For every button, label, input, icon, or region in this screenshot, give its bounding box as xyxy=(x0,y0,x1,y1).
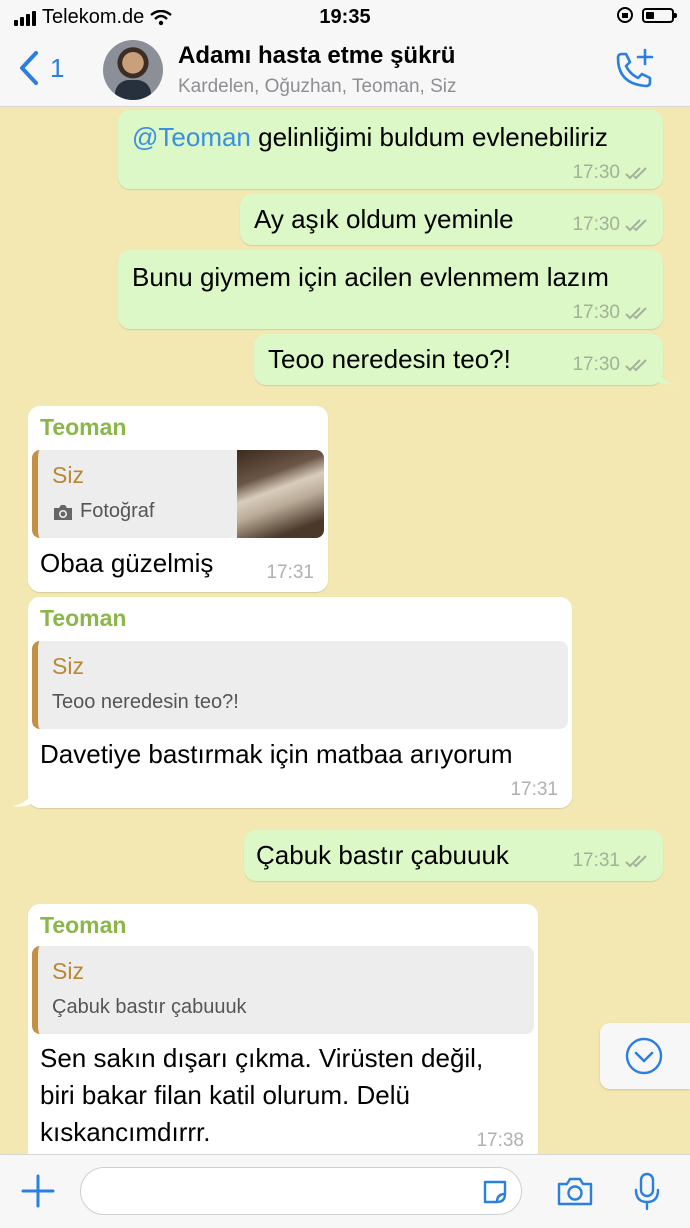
outgoing-message[interactable]: Çabuk bastır çabuuuk 17:31 xyxy=(244,830,663,881)
outgoing-message[interactable]: Teoo neredesin teo?! 17:30 xyxy=(254,334,663,385)
outgoing-message[interactable]: Ay aşık oldum yeminle 17:30 xyxy=(240,194,663,245)
message-text: Teoo neredesin teo?! xyxy=(268,344,511,374)
quote-text: Fotoğraf xyxy=(80,500,155,522)
quoted-message[interactable]: Siz Teoo neredesin teo?! xyxy=(32,641,568,729)
message-time: 17:30 xyxy=(572,354,620,375)
bubble-tail xyxy=(655,364,677,385)
chat-participants[interactable]: Kardelen, Oğuzhan, Teoman, Siz xyxy=(178,76,457,98)
outgoing-message[interactable]: @Teoman gelinliğimi buldum evlenebiliriz… xyxy=(118,110,663,189)
message-time: 17:31 xyxy=(572,850,620,871)
scroll-down-icon xyxy=(625,1037,663,1075)
quoted-message[interactable]: Siz Fotoğraf xyxy=(32,450,324,538)
incoming-message[interactable]: Teoman Siz Çabuk bastır çabuuuk Sen sakı… xyxy=(28,904,538,1154)
sender-name[interactable]: Teoman xyxy=(40,912,126,939)
message-line: Sen sakın dışarı çıkma. Virüsten değil, xyxy=(40,1043,484,1073)
message-text: Çabuk bastır çabuuuk xyxy=(256,840,509,870)
status-time: 19:35 xyxy=(319,6,371,28)
sticker-icon[interactable] xyxy=(480,1177,510,1207)
scroll-to-bottom-button[interactable] xyxy=(600,1023,690,1089)
back-count: 1 xyxy=(50,52,65,83)
read-ticks-icon xyxy=(625,307,647,320)
read-ticks-icon xyxy=(625,219,647,232)
sender-name[interactable]: Teoman xyxy=(40,414,126,441)
message-text: Obaa güzelmiş xyxy=(40,548,214,578)
chat-header: Telekom.de 19:35 1 Adamı hasta etme şükr… xyxy=(0,0,690,107)
incoming-message[interactable]: Teoman Siz Fotoğraf Obaa güzelmiş 17:31 xyxy=(28,406,328,592)
read-ticks-icon xyxy=(625,167,647,180)
message-text: Ay aşık oldum yeminle xyxy=(254,204,514,234)
message-line: kıskancımdırrr. xyxy=(40,1117,211,1147)
message-input[interactable] xyxy=(80,1167,522,1215)
message-meta: 17:30 xyxy=(572,354,651,376)
message-list[interactable]: @Teoman gelinliğimi buldum evlenebiliriz… xyxy=(0,106,690,1154)
message-text: Bunu giymem için acilen evlenmem lazım xyxy=(132,262,609,292)
quote-sender: Siz xyxy=(52,958,84,984)
message-meta: 17:30 xyxy=(572,162,651,184)
quote-sender: Siz xyxy=(52,653,84,679)
status-right xyxy=(616,6,677,24)
mention-link[interactable]: @Teoman xyxy=(132,122,251,152)
message-line: biri bakar filan katil olurum. Delü xyxy=(40,1080,410,1110)
sender-name[interactable]: Teoman xyxy=(40,605,126,632)
outgoing-message[interactable]: Bunu giymem için acilen evlenmem lazım 1… xyxy=(118,250,663,329)
battery-icon xyxy=(642,7,677,23)
read-ticks-icon xyxy=(625,359,647,372)
message-time: 17:31 xyxy=(266,562,314,583)
read-ticks-icon xyxy=(625,855,647,868)
composer-bar xyxy=(0,1154,690,1228)
camera-icon[interactable] xyxy=(556,1175,594,1207)
message-text: gelinliğimi buldum evlenebiliriz xyxy=(250,122,608,152)
message-text: Sen sakın dışarı çıkma. Virüsten değil, … xyxy=(40,1040,483,1151)
message-time: 17:30 xyxy=(572,214,620,235)
message-meta: 17:31 xyxy=(572,850,651,872)
message-time: 17:31 xyxy=(510,779,558,800)
plus-icon[interactable] xyxy=(18,1171,58,1211)
group-avatar[interactable] xyxy=(103,40,163,100)
camera-icon xyxy=(54,504,72,520)
chat-title[interactable]: Adamı hasta etme şükrü xyxy=(178,42,455,70)
quote-text: Teoo neredesin teo?! xyxy=(52,691,239,713)
status-bar: Telekom.de 19:35 xyxy=(0,0,690,34)
quote-sender: Siz xyxy=(52,462,84,488)
message-meta: 17:30 xyxy=(572,214,651,236)
incoming-message[interactable]: Teoman Siz Teoo neredesin teo?! Davetiye… xyxy=(28,597,572,808)
message-time: 17:30 xyxy=(572,162,620,183)
message-time: 17:38 xyxy=(476,1130,524,1151)
orientation-lock-icon xyxy=(617,7,633,23)
bubble-tail xyxy=(12,786,34,807)
add-call-icon[interactable] xyxy=(612,48,656,92)
quote-text: Çabuk bastır çabuuuk xyxy=(52,996,247,1018)
message-time: 17:30 xyxy=(572,302,620,323)
quoted-message[interactable]: Siz Çabuk bastır çabuuuk xyxy=(32,946,534,1034)
message-text: Davetiye bastırmak için matbaa arıyorum xyxy=(40,739,513,769)
message-meta: 17:30 xyxy=(572,302,651,324)
quote-content: Fotoğraf xyxy=(52,500,154,523)
microphone-icon[interactable] xyxy=(632,1171,662,1211)
back-chevron-icon xyxy=(20,51,38,85)
quote-photo-thumbnail xyxy=(237,450,324,538)
back-button[interactable]: 1 xyxy=(18,50,64,86)
